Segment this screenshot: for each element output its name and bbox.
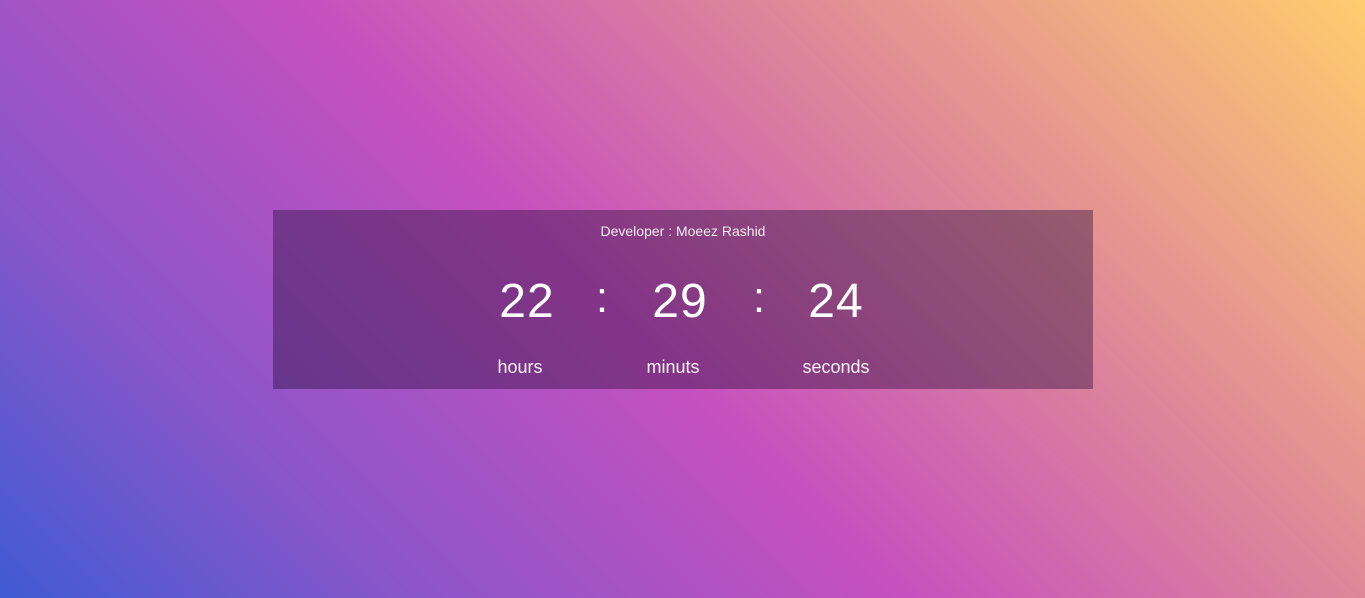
seconds-value: 24 <box>808 275 864 328</box>
developer-credit: Developer : Moeez Rashid <box>600 223 766 239</box>
minutes-seconds-separator: : <box>752 273 766 322</box>
hours-label: hours <box>497 357 543 377</box>
minutes-label: minuts <box>646 357 700 377</box>
hours-value: 22 <box>499 275 555 328</box>
hours-minutes-separator: : <box>595 273 609 322</box>
minutes-value: 29 <box>652 275 708 328</box>
clock-panel: Developer : Moeez Rashid 22 : 29 : 24 ho… <box>273 210 1093 389</box>
seconds-label: seconds <box>802 357 870 377</box>
